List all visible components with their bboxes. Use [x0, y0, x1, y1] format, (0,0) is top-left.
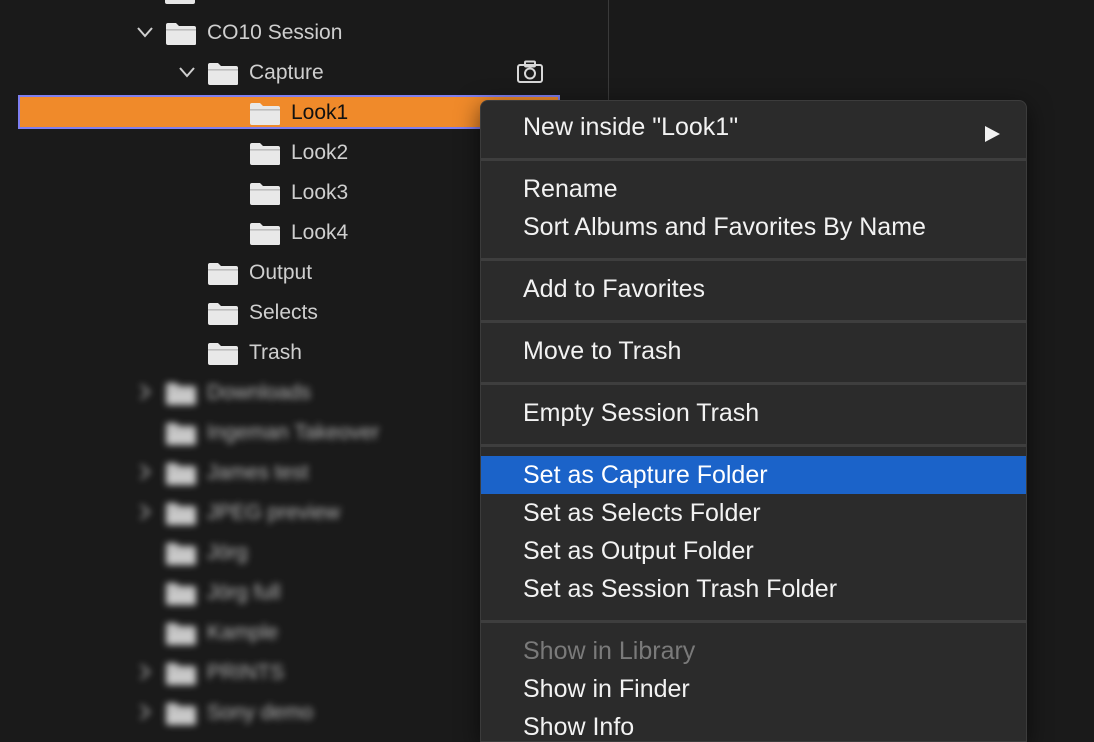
tree-item-label: Trash — [249, 341, 302, 364]
menu-item-move-to-trash[interactable]: Move to Trash — [481, 332, 1026, 370]
folder-icon — [165, 662, 197, 686]
tree-item-label: Sony demo — [207, 701, 314, 724]
menu-item-set-as-session-trash-folder[interactable]: Set as Session Trash Folder — [481, 570, 1026, 608]
menu-separator — [481, 258, 1026, 261]
folder-icon — [165, 462, 197, 486]
folder-icon — [207, 262, 239, 286]
selection-highlight — [18, 95, 560, 129]
tree-item-label: Look4 — [291, 221, 349, 244]
submenu-arrow-icon — [982, 117, 1002, 142]
chevron-down-icon[interactable] — [135, 22, 155, 42]
folder-icon — [165, 622, 197, 646]
tree-item-label: Capture — [249, 61, 324, 84]
tree-item-label: James test — [207, 461, 309, 484]
tree-item-label: Jörg full — [207, 581, 281, 604]
tree-item-label: Output — [249, 261, 313, 284]
menu-item-label: Set as Capture Folder — [523, 461, 768, 489]
menu-separator — [481, 382, 1026, 385]
menu-item-label: Add to Favorites — [523, 275, 706, 303]
folder-icon — [165, 422, 197, 446]
chevron-right-icon[interactable] — [135, 502, 155, 522]
chevron-right-icon[interactable] — [135, 462, 155, 482]
menu-item-label: Move to Trash — [523, 337, 682, 365]
menu-item-label: Set as Output Folder — [523, 537, 754, 565]
folder-icon — [165, 502, 197, 526]
folder-icon — [249, 182, 281, 206]
tree-item-label: Look3 — [291, 181, 349, 204]
menu-item-add-to-favorites[interactable]: Add to Favorites — [481, 270, 1026, 308]
tree-item-label: Look2 — [291, 141, 349, 164]
camera-icon[interactable] — [516, 60, 544, 84]
chevron-down-icon[interactable] — [177, 62, 197, 82]
folder-icon — [165, 542, 197, 566]
menu-item-empty-session-trash[interactable]: Empty Session Trash — [481, 394, 1026, 432]
tree-item-label: JPEG preview — [207, 501, 341, 524]
menu-item-set-as-selects-folder[interactable]: Set as Selects Folder — [481, 494, 1026, 532]
tree-item-label: Kample — [207, 621, 279, 644]
folder-icon — [165, 0, 195, 4]
menu-item-rename[interactable]: Rename — [481, 170, 1026, 208]
folder-icon — [207, 62, 239, 86]
folder-icon — [249, 222, 281, 246]
chevron-right-icon[interactable] — [135, 382, 155, 402]
menu-item-show-info[interactable]: Show Info — [481, 708, 1026, 741]
folder-icon — [165, 582, 197, 606]
menu-item-label: New inside "Look1" — [523, 113, 739, 141]
menu-separator — [481, 158, 1026, 161]
tree-item-label: Jörg — [207, 541, 248, 564]
menu-item-label: Set as Selects Folder — [523, 499, 761, 527]
menu-item-label: Show Info — [523, 713, 635, 741]
tree-item-label: CO10 Session — [207, 21, 343, 44]
folder-icon — [207, 342, 239, 366]
tree-item-label: Downloads — [207, 381, 311, 404]
menu-separator — [481, 320, 1026, 323]
context-menu: New inside "Look1" Rename Sort Albums and … — [480, 100, 1027, 742]
menu-item-label: Show in Library — [523, 637, 696, 665]
folder-icon — [165, 22, 197, 46]
tree-item-label: Selects — [249, 301, 318, 324]
menu-item-new-inside-look1[interactable]: New inside "Look1" — [481, 108, 1026, 146]
folder-icon — [165, 702, 197, 726]
menu-item-label: Set as Session Trash Folder — [523, 575, 838, 603]
menu-separator — [481, 620, 1026, 623]
menu-item-label: Sort Albums and Favorites By Name — [523, 213, 926, 241]
tree-item-session[interactable]: CO10 Session — [0, 12, 608, 52]
folder-icon — [249, 102, 281, 126]
chevron-right-icon[interactable] — [135, 662, 155, 682]
tree-item-label: Ingeman Takeover — [207, 421, 380, 444]
menu-item-show-in-finder[interactable]: Show in Finder — [481, 670, 1026, 708]
menu-item-label: Show in Finder — [523, 675, 690, 703]
menu-item-set-as-capture-folder[interactable]: Set as Capture Folder — [481, 456, 1026, 494]
tree-item-label: PRINTS — [207, 661, 285, 684]
folder-icon — [207, 302, 239, 326]
menu-item-sort-albums-and-favorites-by-name[interactable]: Sort Albums and Favorites By Name — [481, 208, 1026, 246]
folder-icon — [165, 382, 197, 406]
chevron-right-icon[interactable] — [135, 702, 155, 722]
menu-item-show-in-library: Show in Library — [481, 632, 1026, 670]
tree-item-label: Look1 — [291, 101, 349, 124]
menu-item-set-as-output-folder[interactable]: Set as Output Folder — [481, 532, 1026, 570]
menu-item-label: Rename — [523, 175, 618, 203]
menu-separator — [481, 444, 1026, 447]
folder-icon — [249, 142, 281, 166]
menu-item-label: Empty Session Trash — [523, 399, 760, 427]
